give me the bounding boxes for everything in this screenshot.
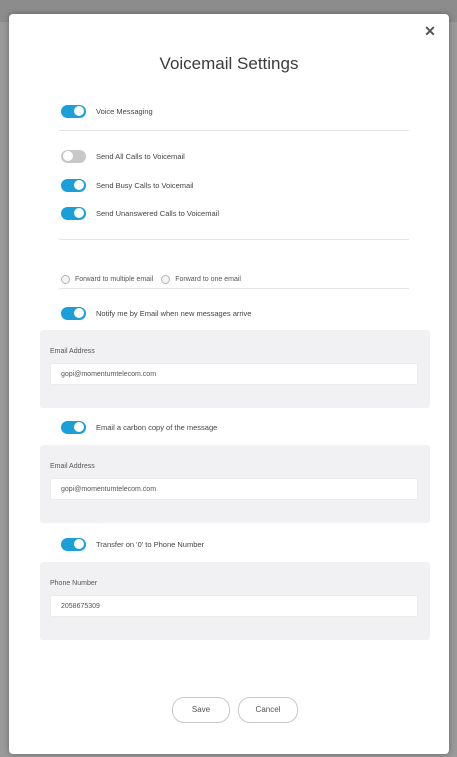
email-address-label: Email Address [50, 463, 95, 470]
send-unanswered-label: Send Unanswered Calls to Voicemail [96, 208, 219, 218]
close-icon[interactable]: ✕ [421, 22, 439, 40]
carbon-copy-toggle[interactable] [61, 420, 86, 434]
send-unanswered-row: Send Unanswered Calls to Voicemail [61, 204, 219, 222]
send-all-row: Send All Calls to Voicemail [61, 147, 185, 165]
send-busy-row: Send Busy Calls to Voicemail [61, 176, 194, 194]
send-all-label: Send All Calls to Voicemail [96, 151, 185, 161]
toggle-knob [74, 422, 84, 432]
send-unanswered-toggle[interactable] [61, 206, 86, 220]
notify-email-label: Notify me by Email when new messages arr… [96, 308, 252, 318]
carbon-copy-row: Email a carbon copy of the message [61, 418, 217, 436]
voice-messaging-row: Voice Messaging [61, 102, 153, 120]
voicemail-settings-dialog: ✕ Voicemail Settings Voice Messaging Sen… [9, 14, 449, 754]
phone-number-input[interactable]: 2058675309 [50, 595, 418, 617]
toggle-knob [74, 208, 84, 218]
phone-number-label: Phone Number [50, 580, 98, 587]
carbon-copy-panel: Email Address gopi@momentumtelecom.com [40, 445, 430, 523]
notify-email-panel: Email Address gopi@momentumtelecom.com [40, 330, 430, 408]
cancel-button[interactable]: Cancel [238, 697, 298, 723]
transfer-zero-row: Transfer on '0' to Phone Number [61, 535, 204, 553]
send-busy-toggle[interactable] [61, 178, 86, 192]
send-busy-label: Send Busy Calls to Voicemail [96, 180, 194, 190]
notify-email-input[interactable]: gopi@momentumtelecom.com [50, 363, 418, 385]
transfer-zero-label: Transfer on '0' to Phone Number [96, 539, 205, 549]
forward-one-label: Forward to one email [175, 275, 241, 283]
notify-email-toggle[interactable] [61, 306, 86, 320]
toggle-knob [63, 151, 73, 161]
divider [59, 130, 409, 131]
email-address-label: Email Address [50, 348, 95, 355]
toggle-knob [74, 180, 84, 190]
notify-email-row: Notify me by Email when new messages arr… [61, 304, 251, 322]
save-button[interactable]: Save [172, 697, 230, 723]
forward-one-radio[interactable] [161, 274, 171, 284]
dialog-title: Voicemail Settings [159, 54, 299, 73]
transfer-zero-toggle[interactable] [61, 537, 86, 551]
forward-options: Forward to multiple email Forward to one… [61, 272, 249, 286]
divider [59, 239, 409, 240]
carbon-copy-label: Email a carbon copy of the message [96, 422, 218, 432]
forward-multiple-radio[interactable] [61, 274, 70, 284]
voice-messaging-label: Voice Messaging [96, 106, 153, 116]
carbon-copy-email-input[interactable]: gopi@momentumtelecom.com [50, 478, 418, 500]
voice-messaging-toggle[interactable] [61, 104, 86, 118]
forward-multiple-label: Forward to multiple email [75, 275, 154, 283]
toggle-knob [74, 539, 84, 549]
send-all-toggle[interactable] [61, 149, 86, 163]
phone-number-panel: Phone Number 2058675309 [40, 562, 430, 640]
toggle-knob [74, 106, 84, 116]
toggle-knob [74, 308, 84, 318]
divider [59, 288, 409, 289]
